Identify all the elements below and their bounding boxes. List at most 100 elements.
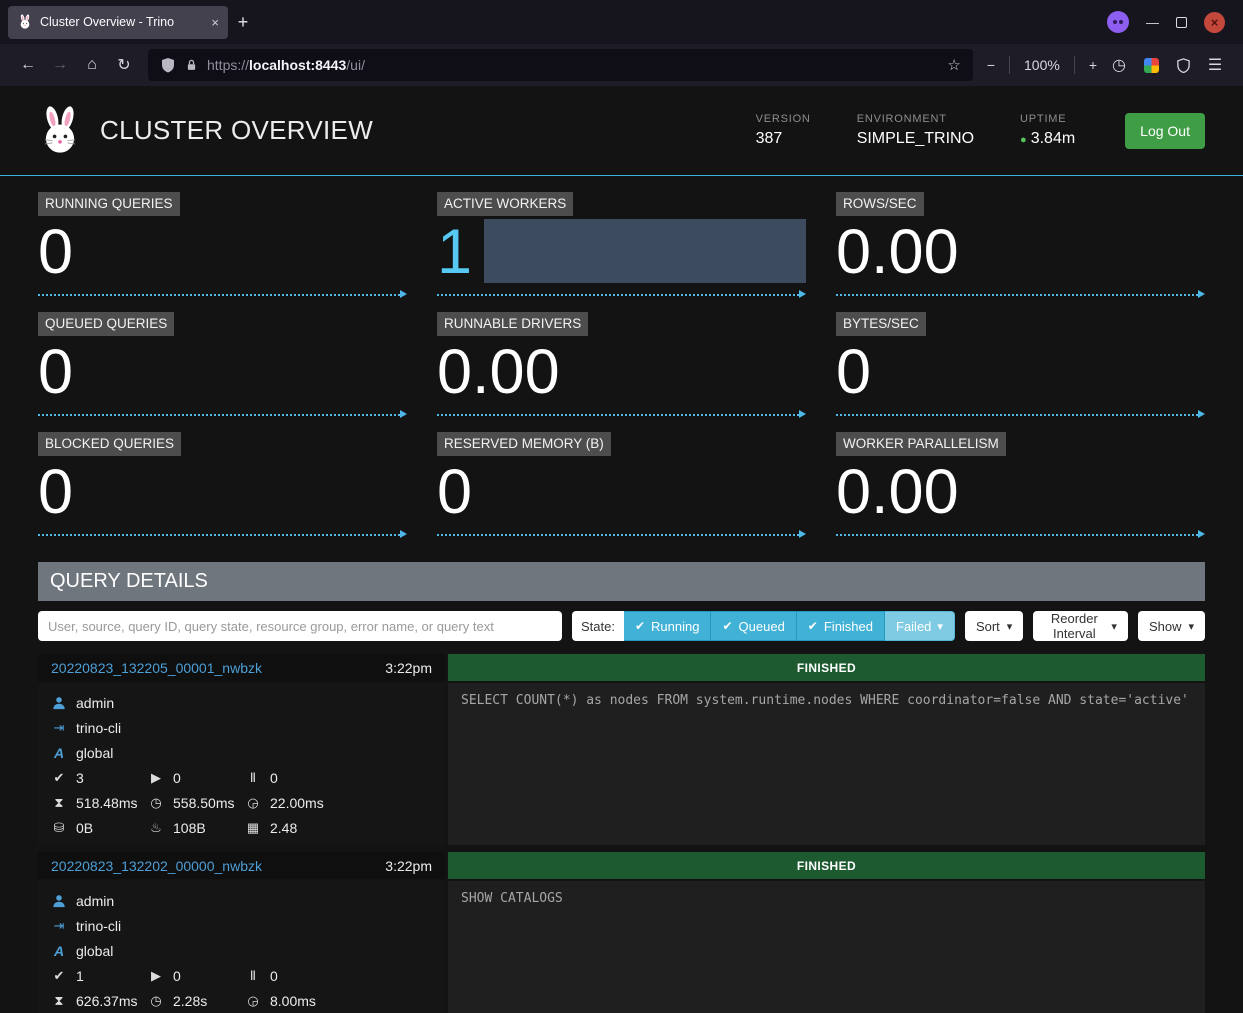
queued-splits-icon: Ⅱ xyxy=(245,968,261,984)
back-icon[interactable]: ← xyxy=(12,50,44,80)
query-id-link[interactable]: 20220823_132202_00000_nwbzk xyxy=(51,858,262,874)
stat-label: BYTES/SEC xyxy=(836,312,926,336)
query-time: 3:22pm xyxy=(385,858,432,874)
query-user: admin xyxy=(76,695,114,711)
user-icon xyxy=(51,696,67,710)
stat-value: 0 xyxy=(38,216,407,288)
zoom-controls: − 100% + xyxy=(987,56,1097,74)
divider xyxy=(1009,56,1010,74)
cumulative-memory-icon: ♨ xyxy=(148,820,164,836)
source-icon: ⇥ xyxy=(51,720,67,736)
reorder-interval-label: Reorder Interval xyxy=(1044,611,1104,641)
cumulative-memory: 108B xyxy=(173,820,206,836)
queued-splits: 0 xyxy=(270,968,278,984)
tracking-shield-icon[interactable] xyxy=(160,57,176,73)
stat-active-workers: ACTIVE WORKERS 1 xyxy=(437,192,806,298)
forward-icon[interactable]: → xyxy=(44,50,76,80)
url-host: localhost:8443 xyxy=(249,57,346,73)
completed-splits: 1 xyxy=(76,968,84,984)
execution-time-icon: ◶ xyxy=(245,795,261,811)
chevron-down-icon: ▾ xyxy=(1188,620,1194,633)
execution-time: 8.00ms xyxy=(270,993,316,1009)
page-header: CLUSTER OVERVIEW VERSION 387 ENVIRONMENT… xyxy=(0,86,1243,176)
reload-icon[interactable]: ↻ xyxy=(108,50,140,80)
divider xyxy=(1074,56,1075,74)
state-filter-queued[interactable]: ✔ Queued xyxy=(711,611,796,641)
browser-toolbar: ← → ⌂ ↻ https:// localhost:8443 /ui/ ☆ −… xyxy=(0,44,1243,86)
stat-queued-queries: QUEUED QUERIES 0 xyxy=(38,312,407,418)
query-sql-text: SELECT COUNT(*) as nodes FROM system.run… xyxy=(461,693,1189,708)
state-filter-finished[interactable]: ✔ Finished xyxy=(797,611,885,641)
query-id-link[interactable]: 20220823_132205_00001_nwbzk xyxy=(51,660,262,676)
minimize-window-icon[interactable]: — xyxy=(1146,15,1159,30)
sparkline xyxy=(38,294,400,296)
trino-logo xyxy=(38,105,82,157)
execution-time: 22.00ms xyxy=(270,795,324,811)
new-tab-button[interactable]: + xyxy=(228,12,258,33)
query-status-label: FINISHED xyxy=(797,661,856,675)
user-icon xyxy=(51,894,67,908)
stat-value: 0 xyxy=(38,336,407,408)
bookmark-star-icon[interactable]: ☆ xyxy=(947,56,960,74)
query-card: 20220823_132205_00001_nwbzk 3:22pm FINIS… xyxy=(38,654,1205,845)
state-filter-group: State: ✔ Running ✔ Queued ✔ Finished Fai… xyxy=(572,611,955,641)
query-sql-preview: SELECT COUNT(*) as nodes FROM system.run… xyxy=(448,683,1205,845)
version-info: VERSION 387 xyxy=(756,113,811,148)
check-icon: ✔ xyxy=(808,619,818,633)
logout-button[interactable]: Log Out xyxy=(1125,113,1205,149)
stat-running-queries: RUNNING QUERIES 0 xyxy=(38,192,407,298)
sparkline xyxy=(836,534,1198,536)
stat-value: 1 xyxy=(437,216,472,288)
version-value: 387 xyxy=(756,130,811,148)
extension-icon[interactable] xyxy=(1135,50,1167,80)
cpu-time-icon: ◷ xyxy=(148,795,164,811)
stat-bytes-per-sec: BYTES/SEC 0 xyxy=(836,312,1205,418)
stat-blocked-queries: BLOCKED QUERIES 0 xyxy=(38,432,407,538)
stat-value: 0.00 xyxy=(836,216,1205,288)
stat-label: ACTIVE WORKERS xyxy=(437,192,573,216)
cpu-time-icon: ◷ xyxy=(148,993,164,1009)
sort-dropdown[interactable]: Sort ▾ xyxy=(965,611,1023,641)
parallelism: 2.48 xyxy=(270,820,297,836)
account-icon[interactable] xyxy=(1107,11,1129,33)
running-splits-icon: ▶ xyxy=(148,770,164,786)
browser-tab[interactable]: Cluster Overview - Trino × xyxy=(8,6,228,39)
stat-value: 0 xyxy=(836,336,1205,408)
sparkline xyxy=(437,294,799,296)
reorder-interval-dropdown[interactable]: Reorder Interval ▾ xyxy=(1033,611,1128,641)
url-scheme: https:// xyxy=(207,57,249,73)
close-window-icon[interactable]: × xyxy=(1204,12,1225,33)
lock-icon[interactable] xyxy=(185,58,198,72)
stat-label: RUNNING QUERIES xyxy=(38,192,180,216)
stat-runnable-drivers: RUNNABLE DRIVERS 0.00 xyxy=(437,312,806,418)
restore-window-icon[interactable] xyxy=(1176,17,1187,28)
show-dropdown[interactable]: Show ▾ xyxy=(1138,611,1205,641)
sort-label: Sort xyxy=(976,619,1000,634)
home-icon[interactable]: ⌂ xyxy=(76,50,108,80)
query-user: admin xyxy=(76,893,114,909)
query-resource-group: global xyxy=(76,943,113,959)
url-bar[interactable]: https:// localhost:8443 /ui/ ☆ xyxy=(148,49,973,81)
sparkline xyxy=(836,414,1198,416)
zoom-in-icon[interactable]: + xyxy=(1089,57,1097,73)
environment-info: ENVIRONMENT SIMPLE_TRINO xyxy=(857,113,974,148)
show-label: Show xyxy=(1149,619,1182,634)
zoom-level[interactable]: 100% xyxy=(1024,57,1060,73)
state-filter-running[interactable]: ✔ Running xyxy=(624,611,712,641)
state-filter-failed-dropdown[interactable]: Failed ▾ xyxy=(885,611,955,641)
sparkline xyxy=(437,414,799,416)
query-card: 20220823_132202_00000_nwbzk 3:22pm FINIS… xyxy=(38,852,1205,1013)
history-icon[interactable]: ◷ xyxy=(1103,50,1135,80)
tab-close-icon[interactable]: × xyxy=(211,15,219,30)
query-header: 20220823_132202_00000_nwbzk 3:22pm xyxy=(38,852,445,879)
environment-label: ENVIRONMENT xyxy=(857,113,974,125)
zoom-out-icon[interactable]: − xyxy=(987,57,995,73)
protections-shield-icon[interactable] xyxy=(1167,50,1199,80)
menu-icon[interactable]: ☰ xyxy=(1199,50,1231,80)
query-time: 3:22pm xyxy=(385,660,432,676)
stat-label: BLOCKED QUERIES xyxy=(38,432,181,456)
query-search-input[interactable] xyxy=(38,611,562,641)
query-meta-panel: admin ⇥ trino-cli A global ✔3 ▶0 Ⅱ0 ⧗518… xyxy=(38,683,445,845)
parallelism-icon: ▦ xyxy=(245,820,261,836)
uptime-label: UPTIME xyxy=(1020,113,1075,125)
